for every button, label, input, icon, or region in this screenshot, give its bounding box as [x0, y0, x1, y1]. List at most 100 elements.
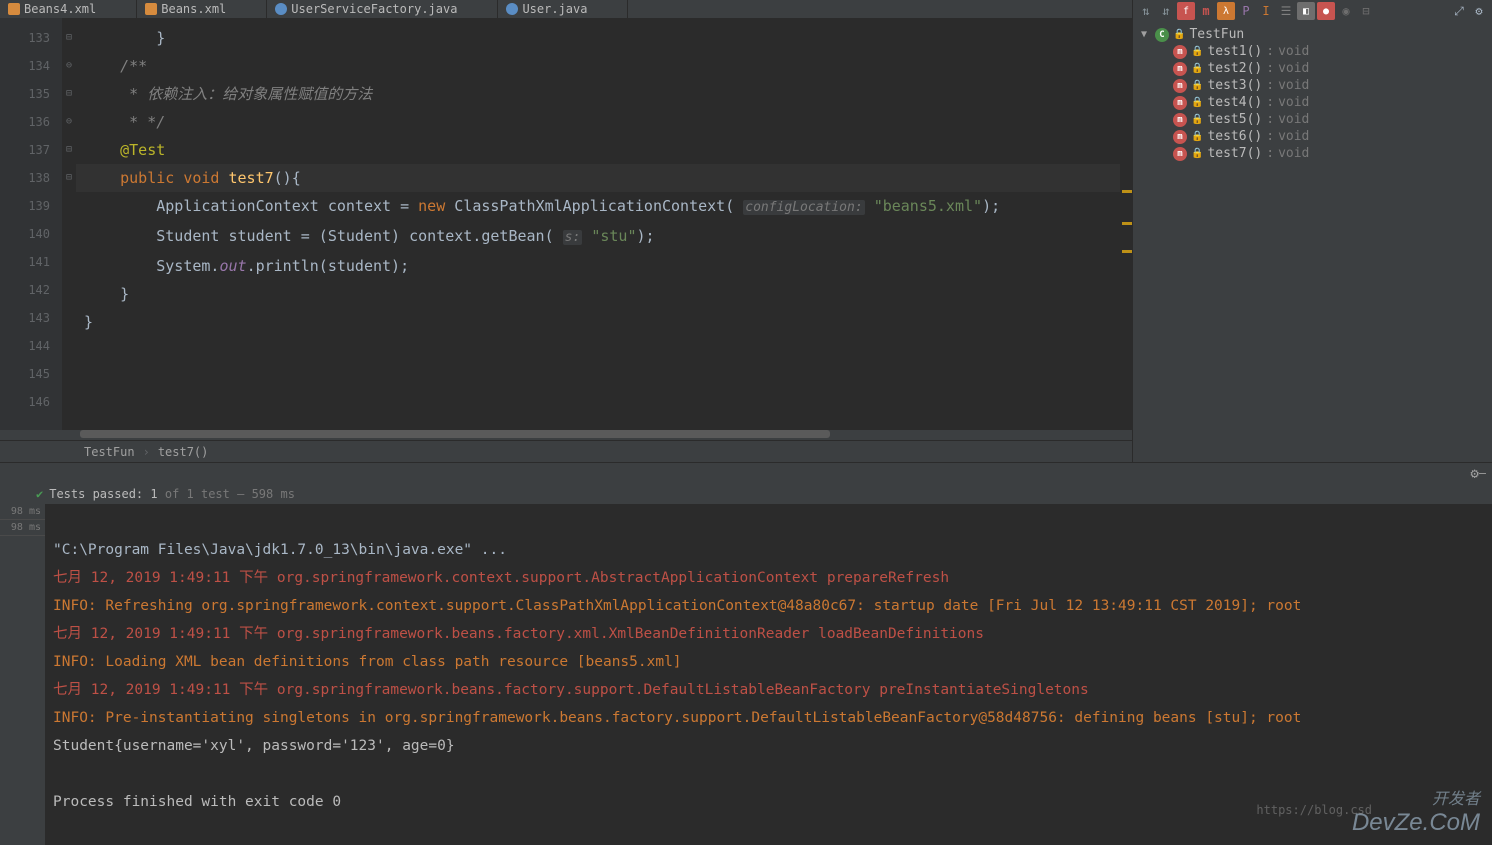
line-number-gutter[interactable]: 133 134 135 136 137 138 139 140 141 142 …: [0, 18, 62, 430]
fold-icon[interactable]: ⊟: [62, 136, 76, 164]
fold-icon[interactable]: ⊖: [62, 108, 76, 136]
method-icon: m: [1173, 45, 1187, 59]
fold-column: ⊟ ⊖ ⊟ ⊖ ⊟ ⊟: [62, 18, 76, 430]
line-number: 133: [0, 24, 62, 52]
settings-icon[interactable]: ⚙: [1470, 2, 1488, 20]
parameter-hint: s:: [563, 230, 583, 245]
autoscroll-icon[interactable]: ◉: [1337, 2, 1355, 20]
scrollbar-thumb[interactable]: [80, 430, 830, 438]
editor-tabs: Beans4.xml Beans.xml UserServiceFactory.…: [0, 0, 1132, 18]
check-icon: ✔: [36, 487, 43, 501]
warning-marker[interactable]: [1122, 222, 1132, 225]
java-file-icon: [506, 3, 518, 15]
filter-icon[interactable]: ●: [1317, 2, 1335, 20]
method-icon: m: [1173, 147, 1187, 161]
line-number: 141: [0, 248, 62, 276]
line-number: 136: [0, 108, 62, 136]
method-icon: m: [1173, 130, 1187, 144]
gear-icon[interactable]: ⚙: [1470, 466, 1478, 482]
method-icon: m: [1173, 96, 1187, 110]
show-properties-icon[interactable]: P: [1237, 2, 1255, 20]
breadcrumb[interactable]: TestFun › test7(): [0, 440, 1132, 462]
breadcrumb-separator-icon: ›: [139, 445, 154, 459]
line-number: 146: [0, 388, 62, 416]
lock-icon: 🔒: [1191, 63, 1203, 74]
tab-label: User.java: [522, 2, 587, 16]
tab-user[interactable]: User.java: [498, 0, 628, 18]
console-output[interactable]: "C:\Program Files\Java\jdk1.7.0_13\bin\j…: [45, 504, 1492, 845]
line-number: 142: [0, 276, 62, 304]
tests-total-label: of 1 test: [165, 487, 230, 501]
show-anonymous-icon[interactable]: ☰: [1277, 2, 1295, 20]
sort-alpha-icon[interactable]: ⇅: [1137, 2, 1155, 20]
tree-method-node[interactable]: m🔒test7(): void: [1137, 145, 1488, 162]
structure-toolbar: ⇅ ⇵ f m λ P I ☰ ◧ ● ◉ ⊟ ⤢ ⚙: [1133, 0, 1492, 22]
show-methods-icon[interactable]: m: [1197, 2, 1215, 20]
show-inherited-icon[interactable]: I: [1257, 2, 1275, 20]
warning-marker[interactable]: [1122, 250, 1132, 253]
line-number: 138: [0, 164, 62, 192]
error-stripe[interactable]: [1120, 18, 1132, 430]
java-file-icon: [275, 3, 287, 15]
tree-method-node[interactable]: m🔒test4(): void: [1137, 94, 1488, 111]
test-timings-sidebar[interactable]: 98 ms 98 ms: [0, 504, 45, 845]
fold-icon[interactable]: ⊟: [62, 164, 76, 192]
line-number: 140: [0, 220, 62, 248]
tree-method-node[interactable]: m🔒test3(): void: [1137, 77, 1488, 94]
minimize-icon[interactable]: —: [1479, 466, 1486, 482]
line-number: 145: [0, 360, 62, 388]
lock-icon: 🔒: [1191, 131, 1203, 142]
lock-icon: 🔒: [1191, 114, 1203, 125]
lock-icon: 🔒: [1191, 97, 1203, 108]
method-icon: m: [1173, 79, 1187, 93]
tests-passed-label: Tests passed:: [49, 487, 143, 501]
expand-all-icon[interactable]: ⤢: [1450, 2, 1468, 20]
warning-marker[interactable]: [1122, 190, 1132, 193]
class-icon: C: [1155, 28, 1169, 42]
line-number: 139: [0, 192, 62, 220]
test-toolbar: ⚙ —: [0, 462, 1492, 484]
tree-method-node[interactable]: m🔒test5(): void: [1137, 111, 1488, 128]
breadcrumb-class[interactable]: TestFun: [80, 445, 139, 459]
lock-icon: 🔒: [1191, 46, 1203, 57]
collapse-icon[interactable]: ⊟: [1357, 2, 1375, 20]
tree-class-node[interactable]: ▼ C 🔒 TestFun: [1137, 26, 1488, 43]
tab-label: Beans.xml: [161, 2, 226, 16]
fold-icon[interactable]: ⊖: [62, 52, 76, 80]
breadcrumb-method[interactable]: test7(): [154, 445, 213, 459]
structure-tree[interactable]: ▼ C 🔒 TestFun m🔒test1(): void m🔒test2():…: [1133, 22, 1492, 462]
sort-visibility-icon[interactable]: ⇵: [1157, 2, 1175, 20]
show-constants-icon[interactable]: λ: [1217, 2, 1235, 20]
tab-label: Beans4.xml: [24, 2, 96, 16]
fold-icon[interactable]: ⊟: [62, 24, 76, 52]
tab-userservicefactory[interactable]: UserServiceFactory.java: [267, 0, 498, 18]
code-editor[interactable]: } /** * 依赖注入：给对象属性赋值的方法 * */ @Test publi…: [76, 18, 1120, 430]
line-number: 134: [0, 52, 62, 80]
test-status-bar: ✔ Tests passed: 1 of 1 test – 598 ms: [0, 484, 1492, 504]
expand-arrow-icon[interactable]: ▼: [1141, 29, 1151, 40]
parameter-hint: configLocation:: [743, 200, 864, 215]
tab-label: UserServiceFactory.java: [291, 2, 457, 16]
method-icon: m: [1173, 62, 1187, 76]
lock-icon: 🔒: [1173, 29, 1185, 40]
tree-method-node[interactable]: m🔒test6(): void: [1137, 128, 1488, 145]
lock-icon: 🔒: [1191, 148, 1203, 159]
show-fields-icon[interactable]: f: [1177, 2, 1195, 20]
lock-icon: 🔒: [1191, 80, 1203, 91]
fold-icon[interactable]: ⊟: [62, 80, 76, 108]
line-number: 144: [0, 332, 62, 360]
tree-method-node[interactable]: m🔒test1(): void: [1137, 43, 1488, 60]
tab-beans4[interactable]: Beans4.xml: [0, 0, 137, 18]
structure-panel: ⇅ ⇵ f m λ P I ☰ ◧ ● ◉ ⊟ ⤢ ⚙ ▼ C 🔒 TestFu…: [1132, 0, 1492, 462]
class-name-label: TestFun: [1189, 27, 1244, 42]
watermark-url: https://blog.csd: [1256, 803, 1372, 817]
test-time-item[interactable]: 98 ms: [0, 520, 45, 536]
test-time-item[interactable]: 98 ms: [0, 504, 45, 520]
horizontal-scrollbar[interactable]: [0, 430, 1132, 440]
group-icon[interactable]: ◧: [1297, 2, 1315, 20]
method-icon: m: [1173, 113, 1187, 127]
tab-beans[interactable]: Beans.xml: [137, 0, 267, 18]
tree-method-node[interactable]: m🔒test2(): void: [1137, 60, 1488, 77]
tests-duration: – 598 ms: [237, 487, 295, 501]
line-number: 137: [0, 136, 62, 164]
